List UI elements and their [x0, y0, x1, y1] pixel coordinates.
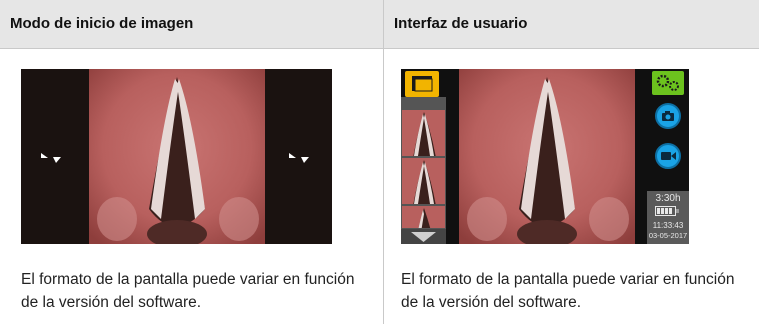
battery-icon [655, 206, 679, 216]
status-panel: 3:30h 11:33:43 03-05-2017 [647, 191, 689, 244]
camera-icon [662, 111, 674, 121]
header-user-interface: Interfaz de usuario [384, 0, 759, 48]
image-start-mode-view [21, 69, 332, 244]
user-interface-view: 3:30h 11:33:43 03-05-2017 [401, 69, 689, 244]
clock-date: 03-05-2017 [648, 231, 688, 240]
image-thumbnail[interactable] [401, 205, 446, 229]
caption-image-start-mode: El formato de la pantalla puede variar e… [21, 271, 355, 311]
camera-button[interactable] [655, 103, 681, 129]
vocal-cords-image [459, 69, 635, 244]
thumbnail-sidebar [401, 69, 446, 244]
triangle-down-icon[interactable] [401, 229, 446, 244]
header-divider [0, 48, 759, 49]
black-side-bar [446, 69, 459, 244]
rotate-icon[interactable] [289, 151, 311, 165]
battery-time: 3:30h [655, 193, 681, 204]
column-divider [383, 0, 384, 324]
rotate-icon[interactable] [41, 151, 63, 165]
thumbnail-spacer [401, 97, 446, 109]
caption-user-interface: El formato de la pantalla puede variar e… [401, 271, 735, 311]
clock-time: 11:33:43 [652, 221, 684, 230]
gear-icon[interactable] [652, 71, 684, 95]
video-camera-icon [661, 152, 676, 160]
video-button[interactable] [655, 143, 681, 169]
vocal-cords-image [89, 69, 265, 244]
folder-icon[interactable] [405, 71, 439, 97]
header-label: Modo de inicio de imagen [10, 15, 194, 32]
image-thumbnail[interactable] [401, 109, 446, 157]
black-side-bar [635, 69, 647, 244]
header-image-start-mode: Modo de inicio de imagen [0, 0, 383, 48]
image-thumbnail[interactable] [401, 157, 446, 205]
header-label: Interfaz de usuario [394, 15, 528, 32]
control-sidebar: 3:30h 11:33:43 03-05-2017 [647, 69, 689, 244]
comparison-table: Modo de inicio de imagen Interfaz de usu… [0, 0, 759, 324]
